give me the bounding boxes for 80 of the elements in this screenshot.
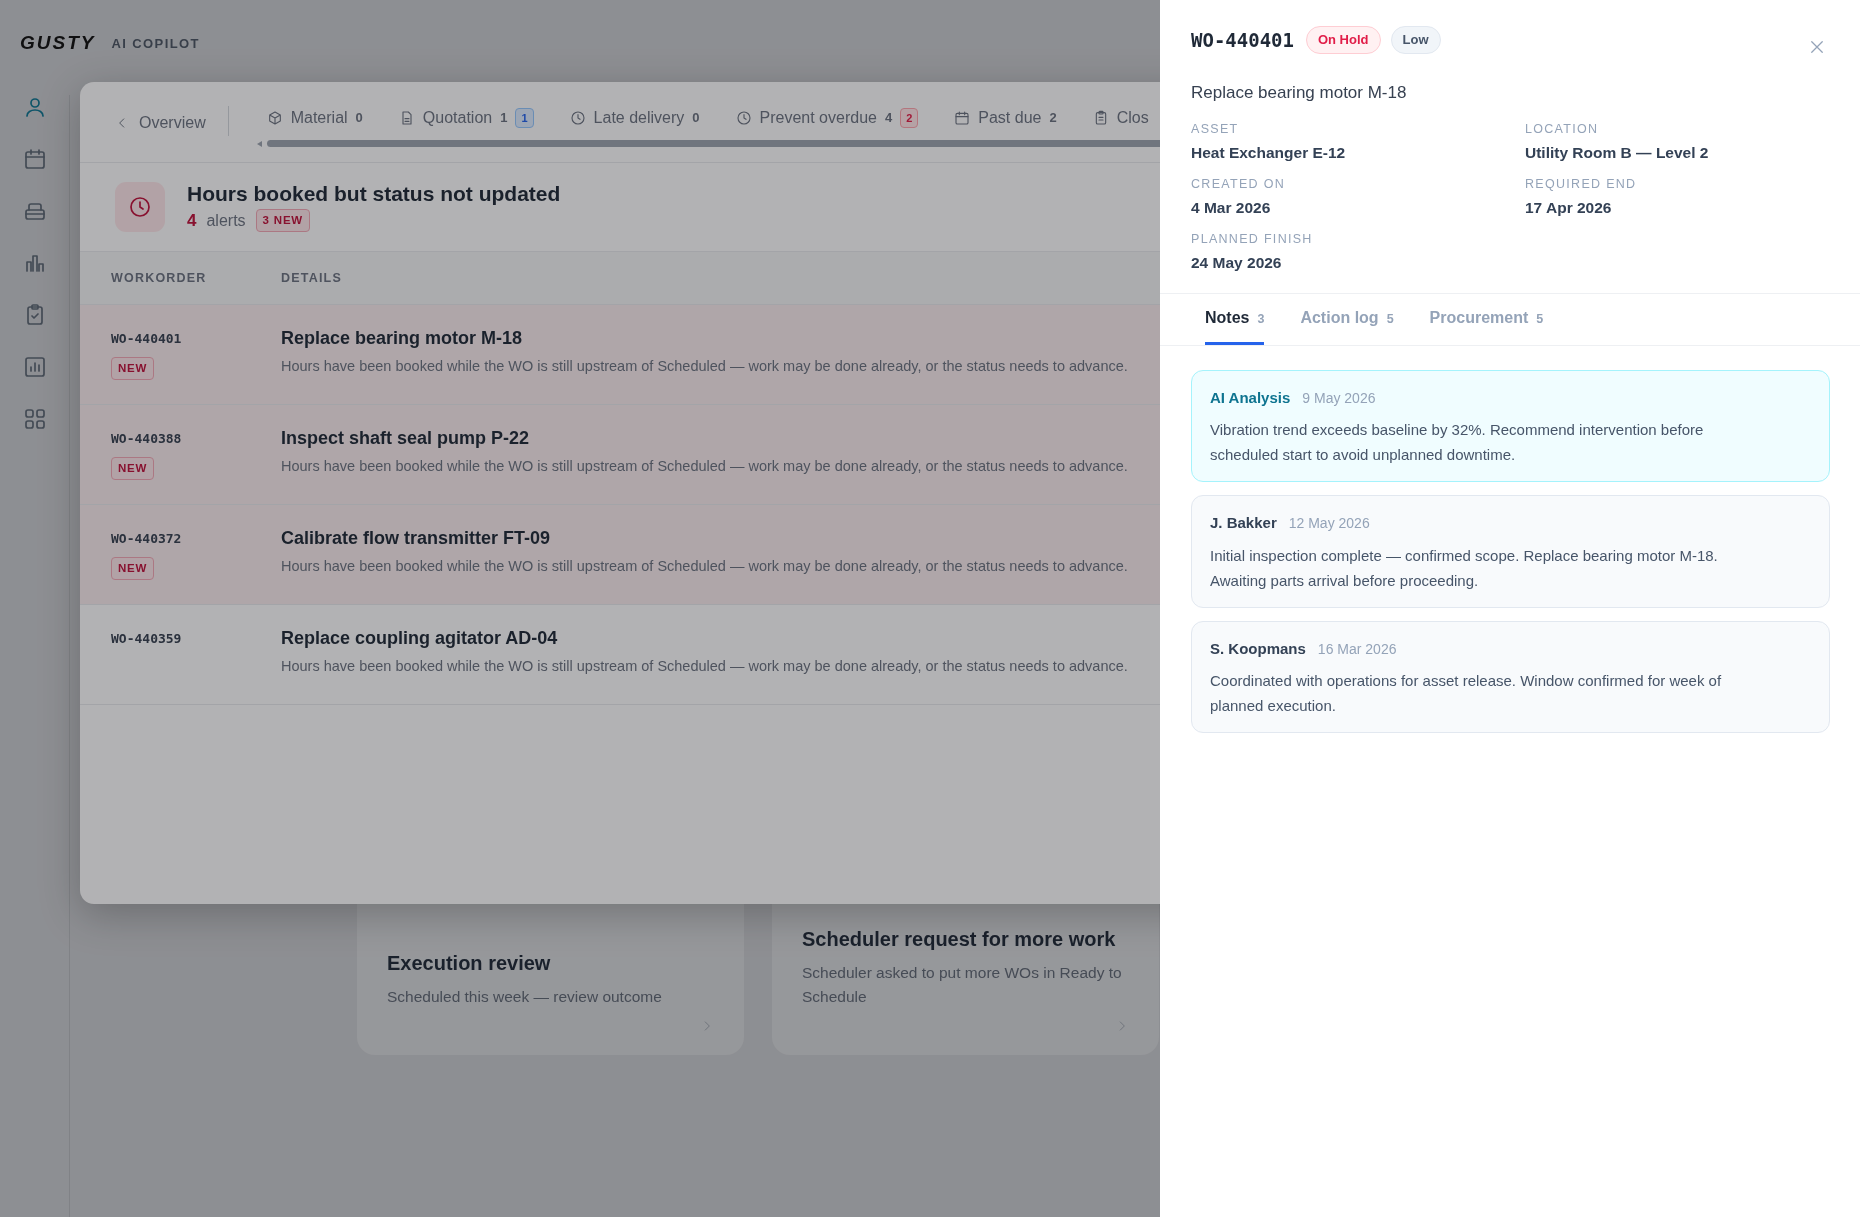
card-title: Execution review	[387, 951, 552, 975]
cube-icon	[266, 110, 283, 126]
note-text: Coordinated with operations for asset release. Window confirmed for week of planned execution.	[1210, 671, 1723, 716]
priority-badge: Low	[1390, 26, 1441, 54]
category-tab[interactable]: Past due 2	[954, 106, 1057, 130]
row-title: Inspect shaft seal pump P-22	[281, 427, 531, 450]
table-row[interactable]: WO-440388 NEW Inspect shaft seal pump P-22 Hours have been booked while the WO is still upstream of Scheduled — work may be done already, or the status needs to advance.	[80, 405, 1160, 505]
workorder-id: WO-440388	[111, 430, 182, 448]
field-label: PLANNED FINISH	[1191, 230, 1314, 248]
alert-title: Hours booked but status not updated	[187, 180, 561, 206]
column-header: WORKORDER	[111, 269, 208, 287]
category-tab[interactable]: Prevent overdue 4 2	[735, 106, 919, 130]
note-author: S. Koopmans	[1210, 638, 1306, 659]
field-value: 17 Apr 2026	[1525, 198, 1613, 219]
scrollbar[interactable]	[266, 140, 1160, 147]
count-badge: 1	[515, 107, 534, 129]
row-description: Hours have been booked while the WO is still upstream of Scheduled — work may be done already, or the status needs to advance.	[281, 457, 1128, 476]
card-subtitle: Scheduler asked to put more WOs in Ready to Schedule	[802, 962, 1123, 1007]
field-value: 4 Mar 2026	[1191, 198, 1272, 219]
workorder-id: WO-440401	[1191, 27, 1294, 53]
calendar-icon	[954, 110, 971, 126]
card-subtitle: Scheduled this week — review outcome	[387, 987, 663, 1007]
row-title: Replace bearing motor M-18	[281, 327, 524, 350]
alert-label: alerts	[206, 210, 246, 231]
panel-tab[interactable]: Action log 5	[1300, 293, 1394, 345]
grid-icon[interactable]	[22, 407, 47, 431]
row-description: Hours have been booked while the WO is still upstream of Scheduled — work may be done already, or the status needs to advance.	[281, 557, 1128, 576]
field-value: Heat Exchanger E-12	[1191, 143, 1347, 164]
status-badge: On Hold	[1305, 26, 1381, 54]
workorder-title: Replace bearing motor M-18	[1191, 82, 1408, 104]
tab-count: 0	[355, 109, 363, 128]
panel-tab[interactable]: Notes 3	[1205, 293, 1265, 345]
note-date: 9 May 2026	[1302, 388, 1376, 408]
alert-count: 4	[187, 209, 197, 232]
category-tab[interactable]: Clos	[1092, 106, 1149, 130]
workorder-id: WO-440401	[111, 330, 182, 348]
calendar-icon[interactable]	[22, 147, 47, 171]
back-link[interactable]: Overview	[115, 106, 206, 140]
tab-count: 2	[1049, 109, 1057, 128]
note-date: 16 Mar 2026	[1317, 639, 1397, 659]
tab-count: 1	[500, 109, 508, 128]
alert-icon	[115, 182, 165, 232]
logo: GUSTY	[20, 31, 96, 56]
clock-icon	[569, 110, 586, 126]
clock-icon	[735, 110, 752, 126]
category-tab[interactable]: Material 0	[266, 106, 363, 130]
panel-tab[interactable]: Procurement 5	[1429, 293, 1544, 345]
field-label: REQUIRED END	[1525, 175, 1638, 193]
field-label: LOCATION	[1525, 120, 1600, 138]
note-author: AI Analysis	[1210, 387, 1291, 408]
category-tab[interactable]: Late delivery 0	[569, 106, 700, 130]
new-badge: NEW	[111, 456, 155, 480]
new-count-badge: 3 NEW	[255, 208, 310, 233]
row-title: Calibrate flow transmitter FT-09	[281, 527, 552, 550]
count-badge: 2	[900, 107, 919, 129]
row-description: Hours have been booked while the WO is still upstream of Scheduled — work may be done already, or the status needs to advance.	[281, 357, 1128, 376]
row-title: Replace coupling agitator AD-04	[281, 627, 559, 650]
table-row[interactable]: WO-440401 NEW Replace bearing motor M-18 Hours have been booked while the WO is still upstream of Scheduled — work may be done already, or the status needs to advance.	[80, 305, 1160, 405]
note-text: Vibration trend exceeds baseline by 32%. Recommend intervention before scheduled start to avoid unplanned downtime.	[1210, 420, 1705, 465]
field-label: ASSET	[1191, 120, 1240, 138]
tab-count: 4	[884, 109, 893, 128]
product-name: AI COPILOT	[111, 34, 200, 53]
field-value: Utility Room B — Level 2	[1525, 143, 1710, 164]
category-tab[interactable]: Quotation 1 1	[398, 106, 534, 130]
tab-count: 0	[692, 109, 700, 128]
note-text: Initial inspection complete — confirmed scope. Replace bearing motor M-18. Awaiting parts arrival before proceeding.	[1210, 545, 1719, 591]
note-author: J. Bakker	[1210, 513, 1277, 533]
note-date: 12 May 2026	[1288, 514, 1370, 533]
field-value: 24 May 2026	[1191, 253, 1283, 274]
column-header: DETAILS	[281, 269, 342, 287]
chart-icon[interactable]	[22, 355, 47, 379]
table-row[interactable]: WO-440372 NEW Calibrate flow transmitter FT-09 Hours have been booked while the WO is still upstream of Scheduled — work may be done already, or the status needs to advance.	[80, 505, 1160, 605]
new-badge: NEW	[111, 556, 155, 580]
scroll-arrow-icon[interactable]	[256, 140, 263, 147]
row-description: Hours have been booked while the WO is still upstream of Scheduled — work may be done already, or the status needs to advance.	[281, 657, 1128, 676]
workorder-id: WO-440372	[111, 530, 182, 548]
new-badge: NEW	[111, 356, 155, 380]
workorder-id: WO-440359	[111, 630, 182, 648]
field-label: CREATED ON	[1191, 175, 1287, 193]
card-title: Scheduler request for more work	[802, 926, 1117, 951]
